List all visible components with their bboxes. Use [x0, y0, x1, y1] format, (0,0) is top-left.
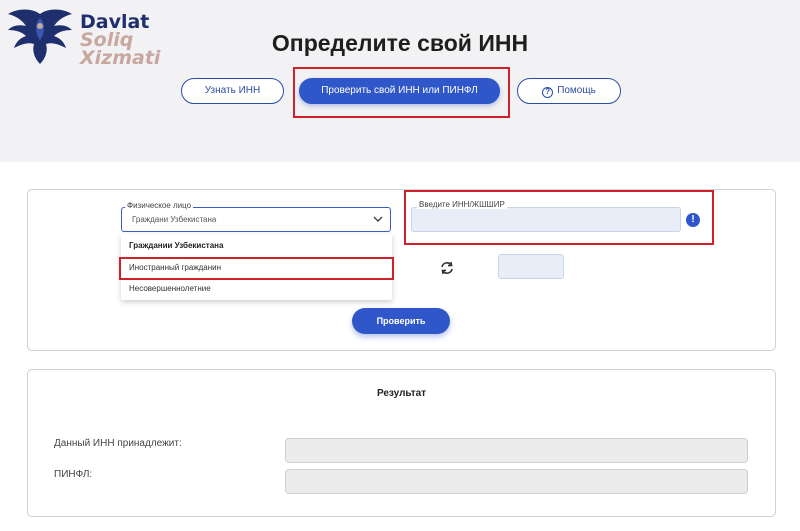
- tab-find-inn[interactable]: Узнать ИНН: [181, 78, 284, 104]
- highlight-foreign-option: [119, 257, 394, 280]
- owner-field: [285, 438, 748, 463]
- page-title: Определите свой ИНН: [271, 30, 529, 56]
- highlight-check-tab: [293, 67, 510, 118]
- pinfl-field: [285, 469, 748, 494]
- chevron-down-icon: [373, 216, 383, 222]
- question-icon: ?: [542, 87, 554, 98]
- pinfl-label: ПИНФЛ:: [54, 469, 93, 480]
- owner-label: Данный ИНН принадлежит:: [54, 438, 182, 449]
- result-title: Результат: [376, 388, 427, 399]
- captcha-input[interactable]: [498, 254, 564, 279]
- person-type-label: Физическое лицо: [125, 201, 194, 210]
- dropdown-option-uzbek[interactable]: Граждании Узбекистана: [121, 236, 392, 256]
- tab-help[interactable]: ? Помощь: [517, 78, 621, 104]
- highlight-inn-input: [404, 190, 714, 245]
- person-type-value: Граждани Узбекистана: [132, 215, 217, 224]
- tab-help-label: Помощь: [557, 85, 596, 96]
- refresh-captcha-icon[interactable]: [439, 261, 455, 275]
- dropdown-option-minor[interactable]: Несовершеннолетние: [121, 279, 392, 299]
- check-button[interactable]: Проверить: [352, 308, 450, 334]
- person-type-select[interactable]: Граждани Узбекистана: [121, 207, 391, 232]
